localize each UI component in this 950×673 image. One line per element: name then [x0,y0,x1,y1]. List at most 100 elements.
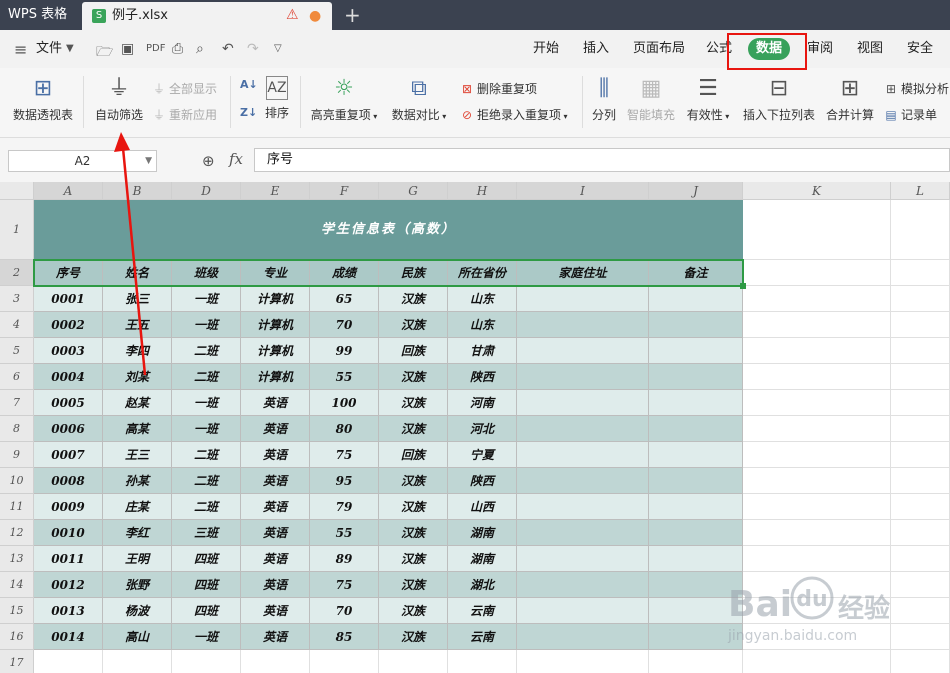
table-cell[interactable]: 0010 [34,520,103,546]
table-header-cell[interactable]: 备注 [649,260,743,286]
table-cell[interactable]: 79 [310,494,379,520]
row-header-14[interactable]: 14 [0,572,34,598]
open-folder-icon[interactable]: 🗁 [96,41,113,65]
warning-icon[interactable]: ⚠ [286,7,299,23]
table-cell[interactable]: 0003 [34,338,103,364]
table-cell[interactable]: 张三 [103,286,172,312]
file-tab[interactable]: S 例子.xlsx ⚠ ● [82,2,332,30]
table-cell[interactable]: 孙某 [103,468,172,494]
table-cell[interactable]: 0014 [34,624,103,650]
cell[interactable] [379,650,448,673]
table-cell[interactable]: 英语 [241,468,310,494]
save-icon[interactable]: ▣ [121,41,134,57]
table-cell[interactable]: 70 [310,312,379,338]
table-cell[interactable] [517,390,649,416]
table-cell[interactable]: 二班 [172,442,241,468]
table-cell[interactable]: 陕西 [448,468,517,494]
table-cell[interactable]: 河南 [448,390,517,416]
table-cell[interactable]: 英语 [241,416,310,442]
zoom-icon[interactable]: ⊕ [202,152,215,170]
cell[interactable] [891,468,950,494]
table-cell[interactable]: 山东 [448,312,517,338]
table-cell[interactable]: 0004 [34,364,103,390]
table-cell[interactable]: 王五 [103,312,172,338]
formula-input[interactable]: 序号 [254,148,950,172]
table-cell[interactable]: 0009 [34,494,103,520]
table-cell[interactable]: 二班 [172,468,241,494]
table-cell[interactable]: 英语 [241,598,310,624]
table-cell[interactable]: 四班 [172,546,241,572]
table-cell[interactable]: 湖北 [448,572,517,598]
cell[interactable] [743,390,891,416]
row-header-13[interactable]: 13 [0,546,34,572]
table-cell[interactable]: 回族 [379,338,448,364]
table-cell[interactable] [517,572,649,598]
table-header-cell[interactable]: 班级 [172,260,241,286]
pivot-table-button[interactable]: ⊞ 数据透视表 [10,76,76,123]
column-header-i[interactable]: I [517,182,649,200]
table-cell[interactable]: 85 [310,624,379,650]
cell[interactable] [743,416,891,442]
cell[interactable] [891,442,950,468]
table-header-cell[interactable]: 专业 [241,260,310,286]
table-cell[interactable] [649,494,743,520]
cell[interactable] [743,260,891,286]
record-form-button[interactable]: ▤ 记录单 [884,106,937,123]
table-cell[interactable]: 回族 [379,442,448,468]
pdf-export-icon[interactable]: PDF [146,43,165,54]
table-cell[interactable]: 99 [310,338,379,364]
table-cell[interactable] [649,286,743,312]
table-cell[interactable]: 李四 [103,338,172,364]
table-cell[interactable]: 李红 [103,520,172,546]
cell[interactable] [891,260,950,286]
tab-security[interactable]: 安全 [907,30,933,68]
table-cell[interactable] [517,338,649,364]
table-cell[interactable]: 一班 [172,416,241,442]
table-cell[interactable] [517,416,649,442]
table-cell[interactable]: 89 [310,546,379,572]
cell[interactable] [103,650,172,673]
cell[interactable] [743,338,891,364]
table-cell[interactable] [517,312,649,338]
print-icon[interactable]: ⎙ [172,41,183,57]
table-header-cell[interactable]: 民族 [379,260,448,286]
table-cell[interactable]: 汉族 [379,364,448,390]
row-header-9[interactable]: 9 [0,442,34,468]
row-header-17[interactable]: 17 [0,650,34,673]
table-cell[interactable]: 庄某 [103,494,172,520]
cell[interactable] [743,442,891,468]
row-header-15[interactable]: 15 [0,598,34,624]
table-cell[interactable]: 100 [310,390,379,416]
table-cell[interactable]: 计算机 [241,312,310,338]
show-all-button[interactable]: ⏚ 全部显示 [152,80,217,97]
tab-review[interactable]: 审阅 [807,30,833,68]
table-cell[interactable]: 英语 [241,442,310,468]
table-cell[interactable] [517,364,649,390]
tab-page-layout[interactable]: 页面布局 [633,30,685,68]
table-cell[interactable] [517,520,649,546]
table-cell[interactable]: 汉族 [379,468,448,494]
select-all-corner[interactable] [0,182,34,200]
cell[interactable] [743,546,891,572]
row-header-7[interactable]: 7 [0,390,34,416]
table-cell[interactable]: 计算机 [241,338,310,364]
cell[interactable] [891,312,950,338]
table-cell[interactable] [517,468,649,494]
cell[interactable] [743,364,891,390]
cell[interactable] [891,416,950,442]
tab-start[interactable]: 开始 [533,30,559,68]
table-cell[interactable]: 甘肃 [448,338,517,364]
row-header-3[interactable]: 3 [0,286,34,312]
cell[interactable] [448,650,517,673]
cell[interactable] [743,520,891,546]
table-cell[interactable]: 汉族 [379,624,448,650]
table-cell[interactable]: 汉族 [379,546,448,572]
table-cell[interactable] [649,338,743,364]
sort-button[interactable]: AZ 排序 [262,76,292,121]
table-cell[interactable]: 0005 [34,390,103,416]
column-header-f[interactable]: F [310,182,379,200]
table-cell[interactable]: 80 [310,416,379,442]
table-cell[interactable]: 二班 [172,338,241,364]
table-cell[interactable]: 0007 [34,442,103,468]
table-cell[interactable]: 95 [310,468,379,494]
